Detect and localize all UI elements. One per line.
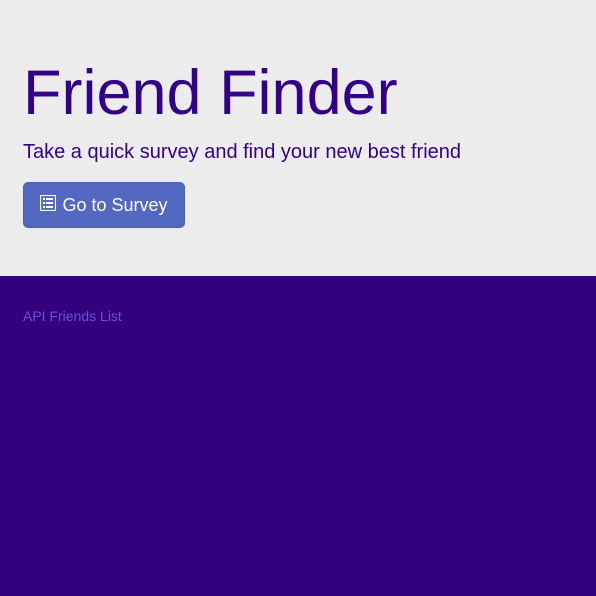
list-icon [40,194,57,212]
go-to-survey-label: Go to Survey [62,194,168,215]
header-section: Friend Finder Take a quick survey and fi… [0,0,596,276]
go-to-survey-button[interactable]: Go to Survey [23,182,185,228]
api-friends-list-link[interactable]: API Friends List [23,308,122,324]
page-tagline: Take a quick survey and find your new be… [23,141,462,163]
page-title: Friend Finder [23,58,398,128]
